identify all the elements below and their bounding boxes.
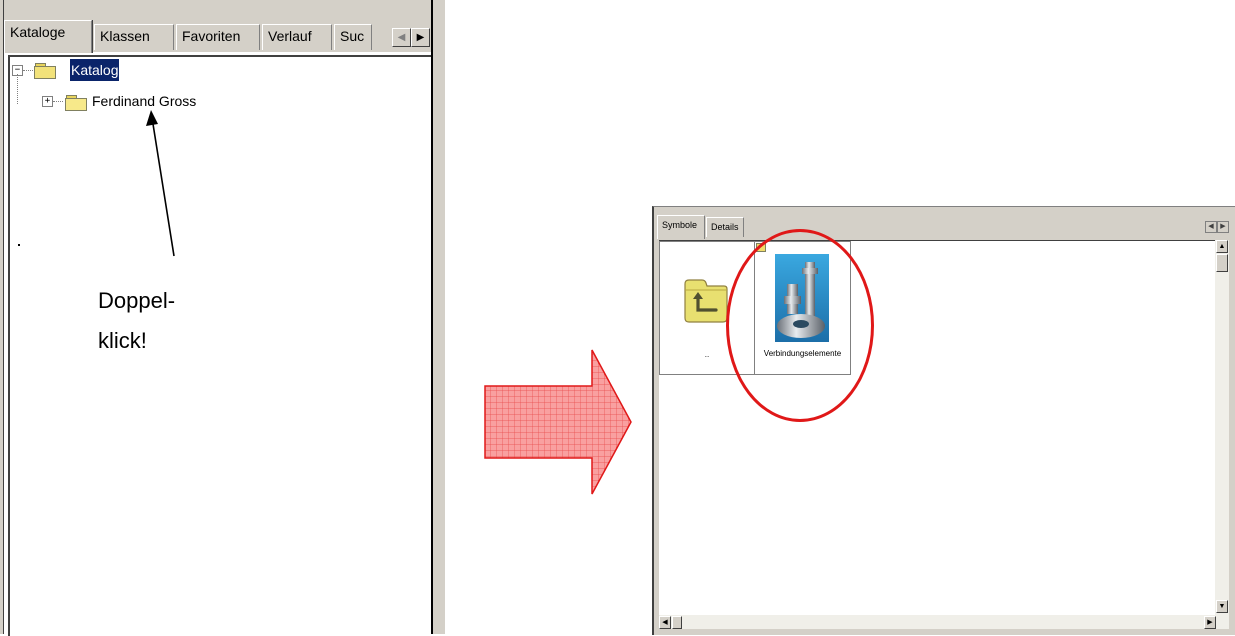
stray-dot — [18, 244, 20, 246]
open-folder-icon — [34, 63, 56, 79]
arrow-left-icon: ◀ — [1208, 223, 1214, 230]
catalog-browser-panel: Kataloge Klassen Favoriten Verlauf Suc ◀… — [0, 0, 445, 636]
arrow-left-icon: ◀ — [397, 32, 406, 43]
scroll-up-button[interactable]: ▲ — [1216, 240, 1228, 253]
arrow-right-icon: ▶ — [1207, 619, 1213, 626]
scroll-right-button[interactable]: ▶ — [1204, 616, 1216, 629]
highlight-ring — [726, 229, 874, 422]
tab-kataloge[interactable]: Kataloge — [4, 20, 92, 53]
tree-connector — [53, 101, 63, 102]
view-tab-scroll-buttons: ◀ ▶ — [1205, 221, 1229, 233]
arrow-left-icon: ◀ — [662, 619, 668, 626]
view-tab-scroll-right-button[interactable]: ▶ — [1217, 221, 1229, 233]
scroll-left-button[interactable]: ◀ — [659, 616, 671, 629]
folder-icon — [65, 95, 87, 111]
tab-verlauf[interactable]: Verlauf — [262, 24, 332, 50]
catalog-tab-strip: Kataloge Klassen Favoriten Verlauf Suc ◀… — [4, 0, 432, 53]
tree-connector — [23, 70, 33, 71]
horizontal-scrollbar[interactable]: ◀ ▶ — [659, 615, 1229, 629]
arrow-right-icon: ▶ — [1220, 223, 1226, 230]
tab-scroll-right-button[interactable]: ▶ — [411, 28, 430, 47]
folder-up-icon — [684, 279, 728, 323]
tab-scroll-left-button[interactable]: ◀ — [392, 28, 411, 47]
tab-symbole[interactable]: Symbole — [657, 215, 705, 239]
view-tab-scroll-left-button[interactable]: ◀ — [1205, 221, 1217, 233]
arrow-down-icon: ▼ — [1218, 603, 1226, 610]
tab-klassen[interactable]: Klassen — [94, 24, 174, 50]
horizontal-scroll-thumb[interactable] — [672, 616, 682, 629]
arrow-up-icon: ▲ — [1218, 243, 1226, 250]
catalog-tree: − Katalog + Ferdinand Gross — [8, 55, 431, 636]
annotation-arrow — [146, 110, 175, 257]
tab-favoriten[interactable]: Favoriten — [176, 24, 260, 50]
transition-arrow — [484, 349, 632, 495]
panel-border-right — [431, 0, 445, 634]
tree-item-katalog[interactable]: − Katalog — [10, 59, 210, 81]
scroll-down-button[interactable]: ▼ — [1216, 600, 1228, 613]
arrow-right-icon: ▶ — [416, 32, 425, 43]
annotation-line-2: klick! — [98, 328, 147, 353]
tab-suche[interactable]: Suc — [334, 24, 372, 50]
expand-toggle-icon[interactable]: + — [42, 96, 53, 107]
tree-item-label: Katalog — [70, 59, 120, 81]
vertical-scrollbar[interactable]: ▲ ▼ — [1215, 240, 1229, 623]
tab-scroll-buttons: ◀ ▶ — [392, 28, 432, 48]
view-tab-strip: Symbole Details ◀ ▶ — [654, 207, 1235, 239]
vertical-scroll-thumb[interactable] — [1216, 254, 1228, 272]
tab-details[interactable]: Details — [706, 217, 744, 237]
annotation-line-1: Doppel- — [98, 288, 176, 313]
panel-border-left — [0, 0, 4, 634]
annotation-text: Doppel- klick! — [98, 282, 175, 360]
